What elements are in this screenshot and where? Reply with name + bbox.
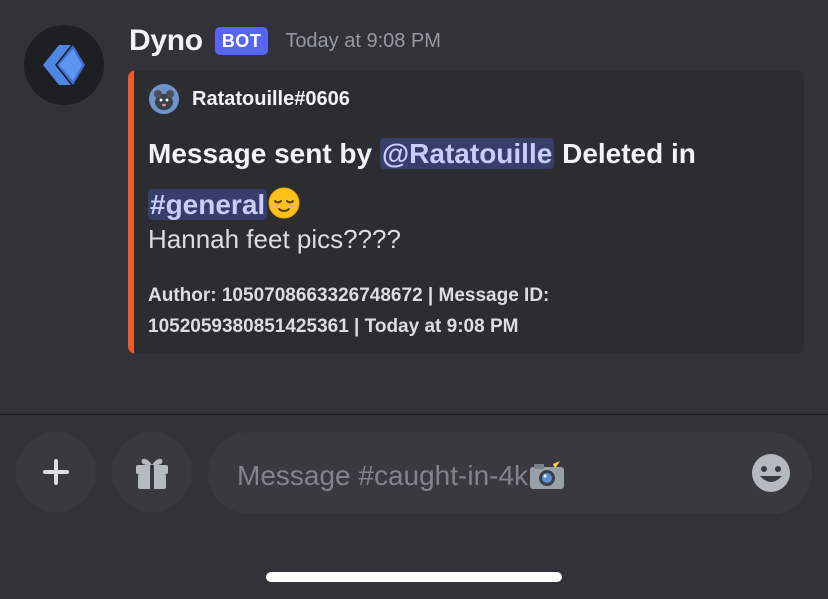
add-attachment-button[interactable] [16, 432, 96, 512]
embed-author: Ratatouille#0606 [149, 84, 350, 114]
bot-badge: BOT [214, 27, 269, 55]
relieved-face-emoji [268, 187, 300, 219]
message-timestamp: Today at 9:08 PM [285, 29, 441, 52]
message-input[interactable]: Message #caught-in-4k [208, 432, 812, 514]
gift-nitro-button[interactable] [112, 432, 192, 512]
embed-footer: Author: 1050708663326748672 | Message ID… [148, 280, 648, 342]
user-mention[interactable]: @Ratatouille [379, 138, 555, 169]
message-input-placeholder: Message #caught-in-4k [237, 457, 568, 492]
embed-author-name[interactable]: Ratatouille#0606 [192, 88, 350, 111]
smile-emoji-icon[interactable] [750, 452, 792, 494]
discord-channel-screen: Dyno BOT Today at 9:08 PM Ratatouille#06… [0, 0, 828, 599]
rat-avatar-icon [149, 84, 179, 114]
dyno-logo-icon [43, 45, 85, 85]
embed-footer-line: Author: 1050708663326748672 | Message ID… [148, 285, 550, 306]
plus-icon [43, 459, 69, 485]
embed-accent-bar [128, 70, 134, 354]
channel-mention[interactable]: #general [148, 189, 268, 220]
composer-divider [0, 414, 828, 415]
embed-title: Message sent by @Ratatouille Deleted in #… [148, 128, 788, 230]
message: Dyno BOT Today at 9:08 PM Ratatouille#06… [0, 0, 828, 414]
embed-description: Hannah feet pics???? [148, 224, 401, 254]
camera-flash-emoji [530, 457, 565, 489]
message-header: Dyno BOT Today at 9:08 PM [129, 22, 441, 60]
placeholder-text: Message #caught-in-4k [237, 460, 529, 491]
embed-footer-line: 1052059380851425361 | Today at 9:08 PM [148, 316, 519, 337]
gift-icon [136, 458, 168, 489]
username[interactable]: Dyno [129, 24, 203, 58]
embed-title-prefix: Message sent by [148, 138, 380, 169]
bot-avatar[interactable] [24, 25, 104, 105]
embed-title-middle: Deleted in [554, 138, 696, 169]
home-indicator [266, 572, 562, 582]
embed: Ratatouille#0606 Message sent by @Ratato… [128, 70, 804, 354]
